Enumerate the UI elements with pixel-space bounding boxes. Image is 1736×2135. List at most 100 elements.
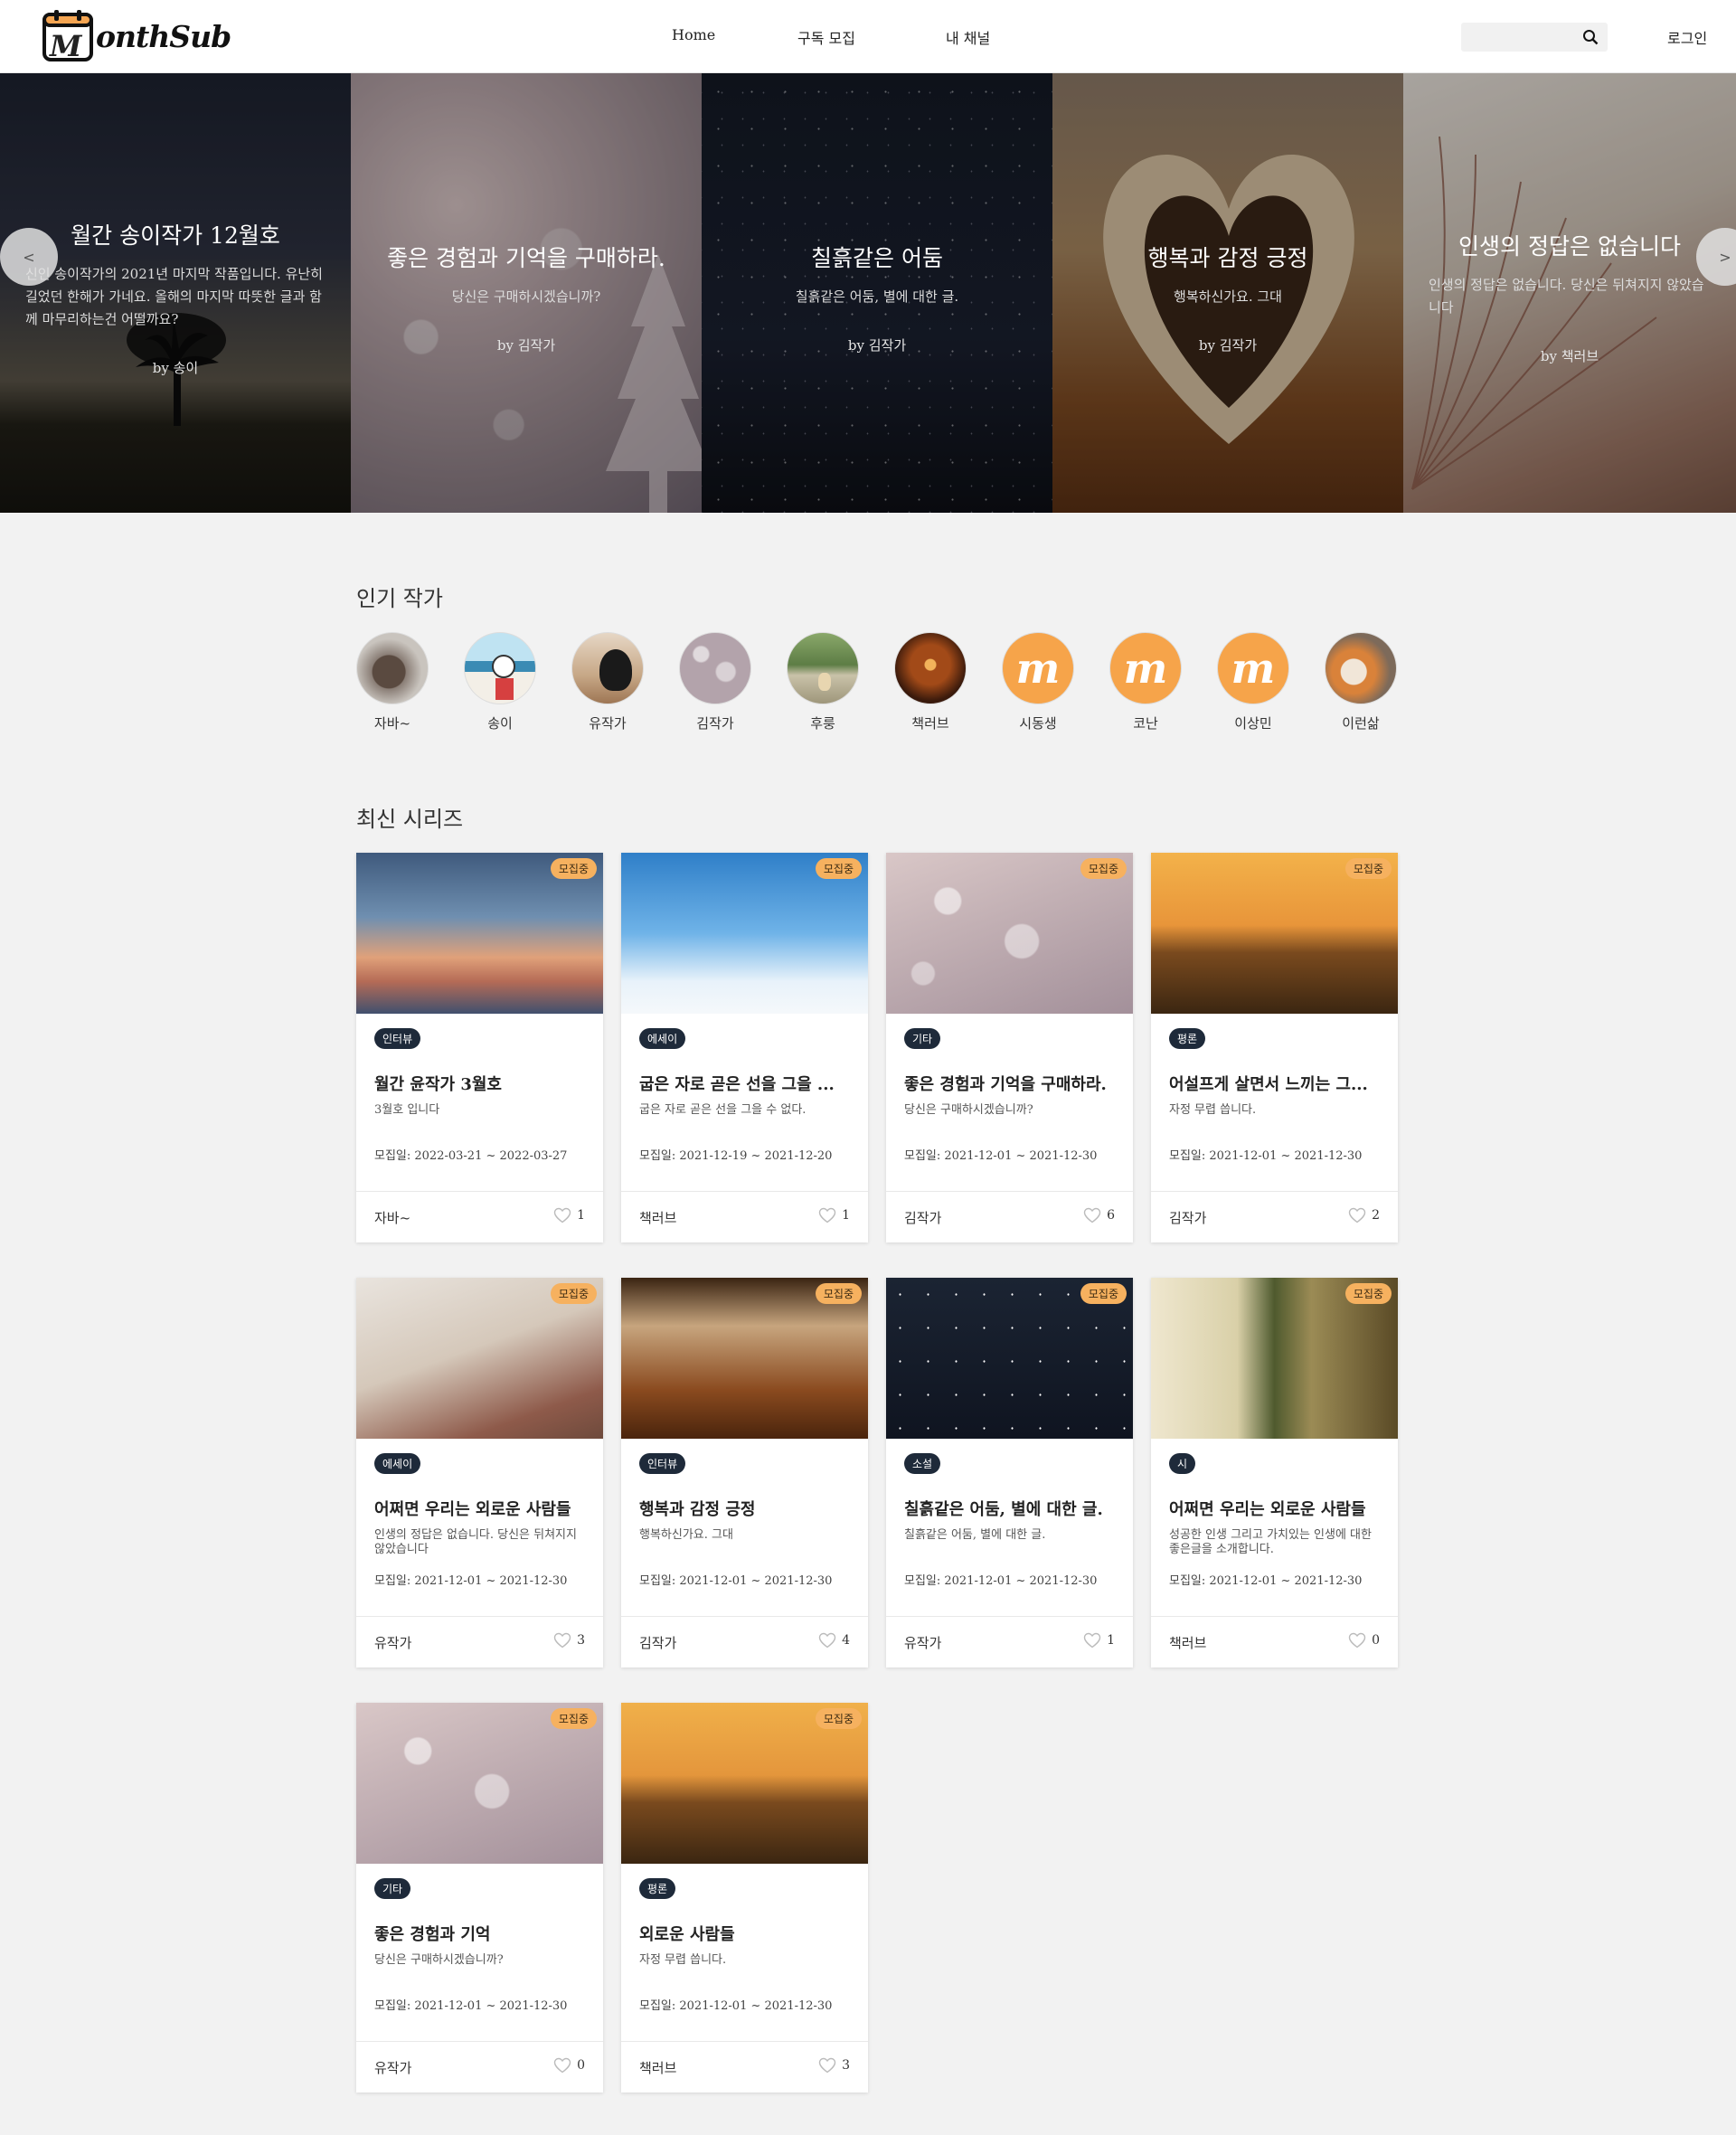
hero-slide-author: by 송이 [152,360,199,376]
series-card-author[interactable]: 책러브 [639,2058,676,2077]
series-card-title[interactable]: 좋은 경험과 기억을 구매하라. [904,1072,1121,1095]
author-avatar: m [1002,632,1074,704]
series-card-title[interactable]: 굽은 자로 곧은 선을 그을 ... [639,1072,856,1095]
series-card-desc: 칠흙같은 어둠, 별에 대한 글. [904,1528,1046,1542]
author-item[interactable]: 송이 [463,632,537,732]
like-button[interactable]: 6 [1083,1207,1115,1223]
like-count: 1 [1107,1633,1115,1648]
series-card[interactable]: 모집중 인터뷰 행복과 감정 긍정 행복하신가요. 그대 모집일: 2021-12-01… [621,1278,868,1667]
series-card[interactable]: 모집중 에세이 굽은 자로 곧은 선을 그을 ... 굽은 자로 곧은 선을 그을 수… [621,853,868,1242]
hero-slide[interactable]: 인생의 정답은 없습니다 인생의 정답은 없습니다. 당신은 뒤쳐지지 않았습니… [1403,73,1736,513]
like-count: 0 [577,2058,585,2073]
series-card-author[interactable]: 책러브 [639,1208,676,1227]
hero-slide[interactable]: 월간 송이작가 12월호 신인 송이작가의 2021년 마지막 작품입니다. 유… [0,73,351,513]
author-avatar: m [1109,632,1182,704]
series-card[interactable]: 모집중 기타 좋은 경험과 기억 당신은 구매하시겠습니까? 모집일: 2021-12-… [356,1703,603,2092]
author-item[interactable]: 유작가 [571,632,645,732]
like-button[interactable]: 2 [1348,1207,1380,1223]
series-card-title[interactable]: 어쩌면 우리는 외로운 사람들 [374,1497,591,1520]
carousel-prev-button[interactable]: < [0,228,58,286]
heart-icon [553,1632,571,1648]
series-card[interactable]: 모집중 에세이 어쩌면 우리는 외로운 사람들 인생의 정답은 없습니다. 당신은 뒤… [356,1278,603,1667]
author-item[interactable]: 이런삶 [1324,632,1398,732]
like-count: 3 [842,2058,850,2073]
like-button[interactable]: 0 [1348,1632,1380,1648]
heart-icon [1083,1632,1101,1648]
author-item[interactable]: m 시동생 [1001,632,1075,732]
like-button[interactable]: 1 [818,1207,850,1223]
status-badge: 모집중 [550,1708,597,1729]
nav-subscribe-recruit[interactable]: 구독 모집 [797,26,855,48]
like-button[interactable]: 1 [553,1207,585,1223]
category-tag: 인터뷰 [639,1453,686,1474]
hero-slide[interactable]: 행복과 감정 긍정 행복하신가요. 그대 by 김작가 [1052,73,1403,513]
author-item[interactable]: m 이상민 [1216,632,1290,732]
series-card-author[interactable]: 유작가 [374,2058,411,2077]
category-tag: 기타 [374,1878,411,1899]
series-card-desc: 인생의 정답은 없습니다. 당신은 뒤쳐지지 않았습니다 [374,1528,577,1556]
series-card[interactable]: 모집중 소설 칠흙같은 어둠, 별에 대한 글. 칠흙같은 어둠, 별에 대한 글. 모… [886,1278,1133,1667]
like-count: 1 [842,1208,850,1223]
hero-slide-title: 행복과 감정 긍정 [1147,245,1308,271]
top-header: M onthSub Home 구독 모집 내 채널 로그인 [0,0,1736,73]
like-button[interactable]: 1 [1083,1632,1115,1648]
category-tag: 평론 [1169,1028,1206,1049]
series-card-footer: 유작가 1 [886,1616,1133,1667]
author-item[interactable]: m 코난 [1109,632,1183,732]
default-avatar-icon: m [1015,644,1061,693]
author-item[interactable]: 후룽 [786,632,860,732]
series-card-author[interactable]: 유작가 [374,1633,411,1652]
calendar-icon: M [42,9,94,63]
nav-home[interactable]: Home [672,26,715,43]
hero-slide-desc: 신인 송이작가의 2021년 마지막 작품입니다. 유난히 길었던 한해가 가네… [25,266,323,327]
hero-slide[interactable]: 좋은 경험과 기억을 구매하라. 당신은 구매하시겠습니까? by 김작가 [351,73,702,513]
series-card-title[interactable]: 좋은 경험과 기억 [374,1922,591,1945]
hero-slide-desc: 칠흙같은 어둠, 별에 대한 글. [795,288,959,305]
series-card-title[interactable]: 행복과 감정 긍정 [639,1497,856,1520]
series-card[interactable]: 모집중 기타 좋은 경험과 기억을 구매하라. 당신은 구매하시겠습니까? 모집일: 2… [886,853,1133,1242]
series-card[interactable]: 모집중 시 어쩌면 우리는 외로운 사람들 성공한 인생 그리고 가치있는 인생에 대… [1151,1278,1398,1667]
heart-icon [553,1207,571,1223]
series-card-title[interactable]: 월간 윤작가 3월호 [374,1072,591,1095]
hero-slide[interactable]: 칠흙같은 어둠 칠흙같은 어둠, 별에 대한 글. by 김작가 [702,73,1052,513]
logo[interactable]: M onthSub [42,7,231,65]
login-link[interactable]: 로그인 [1667,26,1707,48]
series-card-desc: 자정 무렵 씁니다. [639,1953,727,1967]
series-card-title[interactable]: 외로운 사람들 [639,1922,856,1945]
author-name: 이상민 [1234,715,1272,732]
author-name: 코난 [1133,715,1158,732]
hero-carousel: 월간 송이작가 12월호 신인 송이작가의 2021년 마지막 작품입니다. 유… [0,73,1736,513]
series-card-author[interactable]: 유작가 [904,1633,941,1652]
series-card-author[interactable]: 책러브 [1169,1633,1206,1652]
series-card-title[interactable]: 칠흙같은 어둠, 별에 대한 글. [904,1497,1121,1520]
series-card-title[interactable]: 어설프게 살면서 느끼는 그... [1169,1072,1386,1095]
series-card-author[interactable]: 김작가 [904,1208,941,1227]
like-button[interactable]: 3 [818,2057,850,2074]
search-icon[interactable] [1582,29,1599,45]
series-card-author[interactable]: 김작가 [639,1633,676,1652]
nav-my-channel[interactable]: 내 채널 [946,26,990,48]
author-name: 김작가 [696,715,734,732]
author-item[interactable]: 자바~ [355,632,429,732]
series-card-title[interactable]: 어쩌면 우리는 외로운 사람들 [1169,1497,1386,1520]
search-input[interactable] [1461,23,1574,52]
series-card-footer: 유작가 0 [356,2041,603,2092]
status-badge: 모집중 [550,1283,597,1304]
author-item[interactable]: 책러브 [893,632,967,732]
series-card-desc: 굽은 자로 곧은 선을 그을 수 없다. [639,1103,807,1117]
series-card[interactable]: 모집중 평론 외로운 사람들 자정 무렵 씁니다. 모집일: 2021-12-01 ~ … [621,1703,868,2092]
series-card-footer: 책러브 0 [1151,1616,1398,1667]
like-count: 2 [1372,1208,1380,1223]
series-card-desc: 3월호 입니다 [374,1103,440,1117]
author-item[interactable]: 김작가 [678,632,752,732]
series-card[interactable]: 모집중 평론 어설프게 살면서 느끼는 그... 자정 무렵 씁니다. 모집일: 202… [1151,853,1398,1242]
hero-slide-title: 좋은 경험과 기억을 구매하라. [387,245,665,271]
like-button[interactable]: 0 [553,2057,585,2074]
series-card-author[interactable]: 자바~ [374,1208,410,1227]
logo-text: onthSub [96,18,231,54]
like-button[interactable]: 4 [818,1632,850,1648]
like-button[interactable]: 3 [553,1632,585,1648]
series-card[interactable]: 모집중 인터뷰 월간 윤작가 3월호 3월호 입니다 모집일: 2022-03-21 ~… [356,853,603,1242]
author-avatar [1325,632,1397,704]
series-card-author[interactable]: 김작가 [1169,1208,1206,1227]
